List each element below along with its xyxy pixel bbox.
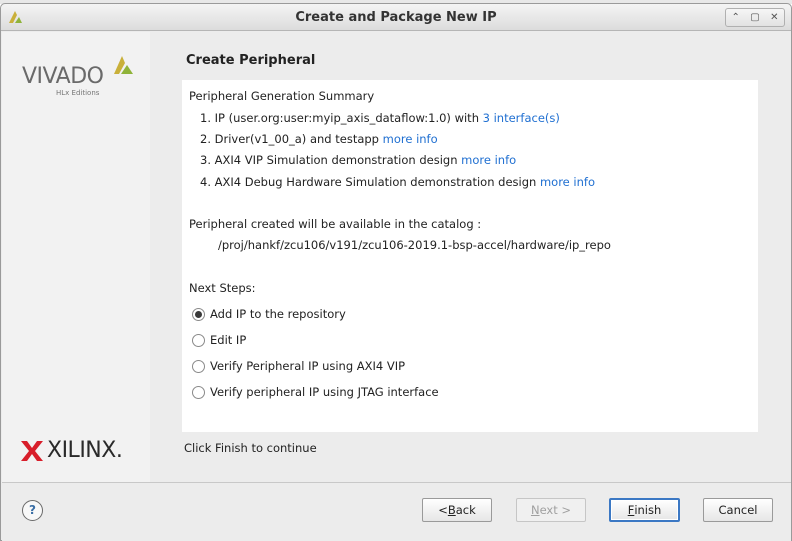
summary-panel: Peripheral Generation Summary 1. IP (use… — [182, 80, 758, 432]
radio-button[interactable] — [192, 333, 205, 347]
back-button-prefix: < — [438, 503, 448, 517]
radio-button[interactable] — [192, 359, 205, 373]
option-label: Add IP to the repository — [210, 307, 346, 321]
debug-sim-more-info-link[interactable]: more info — [540, 175, 595, 189]
option-label: Verify peripheral IP using JTAG interfac… — [210, 385, 439, 399]
catalog-path: /proj/hankf/zcu106/v191/zcu106-2019.1-bs… — [218, 238, 611, 252]
vivado-logo: VIVADO HLx Editions — [22, 54, 137, 104]
maximize-icon[interactable]: ⌃ — [729, 12, 743, 24]
driver-more-info-link[interactable]: more info — [383, 132, 438, 146]
cancel-button[interactable]: Cancel — [703, 498, 773, 522]
interfaces-link[interactable]: 3 interface(s) — [483, 111, 560, 125]
dialog-window: Create and Package New IP ⌃ ▢ ✕ VIVADO H… — [0, 3, 792, 541]
next-button-label: ext > — [539, 503, 572, 517]
wizard-content: Create Peripheral Peripheral Generation … — [150, 32, 791, 482]
next-steps-label: Next Steps: — [189, 281, 256, 295]
summary-item-text: 1. IP (user.org:user:myip_axis_dataflow:… — [200, 111, 483, 125]
radio-button-checked[interactable] — [192, 307, 205, 321]
finish-button-label: inish — [634, 503, 662, 517]
option-label: Edit IP — [210, 333, 247, 347]
vivado-brand-text: VIVADO — [22, 64, 104, 89]
title-bar[interactable]: Create and Package New IP ⌃ ▢ ✕ — [1, 4, 791, 31]
summary-item-text: 3. AXI4 VIP Simulation demonstration des… — [200, 153, 462, 167]
help-button[interactable]: ? — [22, 500, 43, 521]
brand-sidebar: VIVADO HLx Editions XILINX. — [2, 32, 150, 482]
summary-item-text: 4. AXI4 Debug Hardware Simulation demons… — [200, 175, 540, 189]
summary-item-driver: 2. Driver(v1_00_a) and testapp more info — [200, 132, 438, 146]
restore-icon[interactable]: ▢ — [748, 12, 762, 24]
xilinx-logo: XILINX. — [21, 438, 136, 466]
page-title: Create Peripheral — [186, 53, 316, 68]
summary-heading: Peripheral Generation Summary — [189, 89, 375, 103]
xilinx-mark-icon — [21, 441, 43, 461]
xilinx-brand-text: XILINX. — [47, 438, 123, 463]
option-label: Verify Peripheral IP using AXI4 VIP — [210, 359, 406, 373]
vip-sim-more-info-link[interactable]: more info — [461, 153, 516, 167]
vivado-edition-text: HLx Editions — [56, 89, 100, 97]
finish-button-mnemonic: F — [627, 503, 635, 517]
finish-button[interactable]: Finish — [609, 498, 680, 522]
radio-button[interactable] — [192, 385, 205, 399]
catalog-text: Peripheral created will be available in … — [189, 217, 482, 231]
back-button-mnemonic: B — [447, 503, 456, 517]
back-button[interactable]: < Back — [422, 498, 492, 522]
summary-item-vip-sim: 3. AXI4 VIP Simulation demonstration des… — [200, 153, 516, 167]
close-icon[interactable]: ✕ — [767, 12, 781, 24]
summary-item-text: 2. Driver(v1_00_a) and testapp — [200, 132, 383, 146]
next-button-mnemonic: N — [530, 503, 540, 517]
option-verify-jtag[interactable]: Verify peripheral IP using JTAG interfac… — [192, 385, 439, 399]
option-add-ip-to-repository[interactable]: Add IP to the repository — [192, 307, 346, 321]
next-button[interactable]: Next > — [516, 498, 586, 522]
vivado-leaf-icon — [114, 56, 133, 74]
option-verify-axi4-vip[interactable]: Verify Peripheral IP using AXI4 VIP — [192, 359, 405, 373]
button-bar: ? < Back Next > Finish Cancel — [2, 483, 791, 541]
window-title: Create and Package New IP — [295, 10, 497, 25]
option-edit-ip[interactable]: Edit IP — [192, 333, 246, 347]
summary-item-debug-sim: 4. AXI4 Debug Hardware Simulation demons… — [200, 175, 595, 189]
window-controls: ⌃ ▢ ✕ — [725, 8, 785, 27]
continue-hint: Click Finish to continue — [184, 441, 317, 455]
back-button-label: ack — [455, 503, 476, 517]
summary-item-ip: 1. IP (user.org:user:myip_axis_dataflow:… — [200, 111, 560, 125]
